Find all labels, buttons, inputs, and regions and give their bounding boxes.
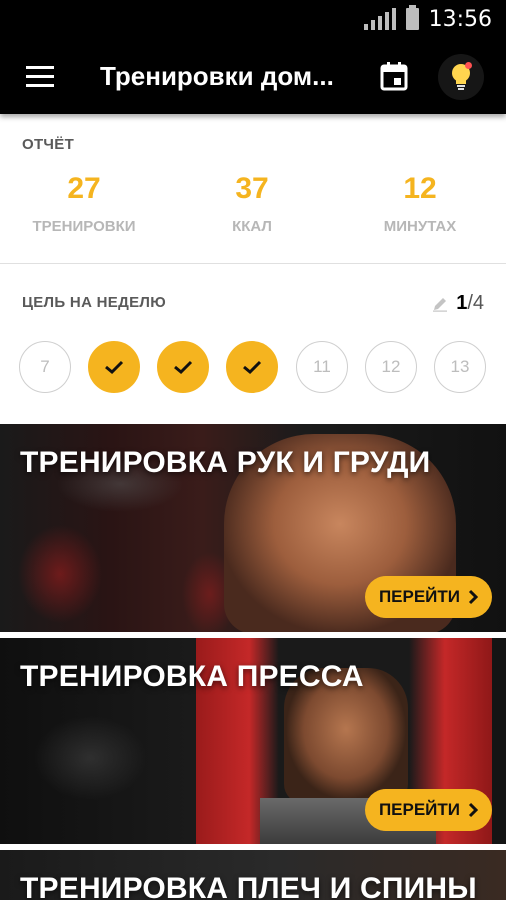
menu-icon <box>26 65 54 69</box>
day-11[interactable]: 11 <box>296 341 348 393</box>
goal-total: /4 <box>467 292 484 314</box>
day-done[interactable] <box>157 341 209 393</box>
weekly-goal-card: ЦЕЛЬ НА НЕДЕЛЮ 1/4 7 11 12 13 <box>0 264 506 424</box>
go-button[interactable]: ПЕРЕЙТИ <box>364 576 492 618</box>
workout-title: ТРЕНИРОВКА ПРЕССА <box>20 660 364 693</box>
day-done[interactable] <box>88 341 140 393</box>
chevron-right-icon <box>468 802 478 818</box>
day-12[interactable]: 12 <box>365 341 417 393</box>
day-done[interactable] <box>226 341 278 393</box>
app-bar: Тренировки дом... <box>0 38 506 114</box>
stat-value: 12 <box>403 172 437 205</box>
calendar-icon <box>380 62 408 91</box>
workout-title: ТРЕНИРОВКА РУК И ГРУДИ <box>20 446 431 479</box>
stat-label: ККАЛ <box>232 218 272 235</box>
stat-label: ТРЕНИРОВКИ <box>32 218 136 235</box>
menu-button[interactable] <box>0 38 80 114</box>
workout-card-shoulders-back[interactable]: ТРЕНИРОВКА ПЛЕЧ И СПИНЫ <box>0 850 506 900</box>
weekly-goal-label: ЦЕЛЬ НА НЕДЕЛЮ <box>22 294 166 311</box>
stat-minutes: 12 МИНУТАХ <box>336 172 504 235</box>
report-label: ОТЧЁТ <box>22 136 75 153</box>
chevron-right-icon <box>468 589 478 605</box>
goal-edit[interactable]: 1/4 <box>432 292 484 315</box>
stat-workouts: 27 ТРЕНИРОВКИ <box>0 172 168 235</box>
battery-icon <box>405 5 419 30</box>
status-time: 13:56 <box>428 6 492 32</box>
workout-card-arms-chest[interactable]: ТРЕНИРОВКА РУК И ГРУДИ ПЕРЕЙТИ <box>0 424 506 632</box>
tips-button[interactable] <box>438 54 484 100</box>
stat-kcal: 37 ККАЛ <box>168 172 336 235</box>
day-7[interactable]: 7 <box>19 341 71 393</box>
check-icon <box>243 360 262 375</box>
signal-icon <box>363 8 396 30</box>
go-button-label: ПЕРЕЙТИ <box>378 800 460 819</box>
go-button[interactable]: ПЕРЕЙТИ <box>364 789 492 831</box>
notification-dot <box>465 62 472 69</box>
calendar-button[interactable] <box>376 58 412 94</box>
pencil-icon <box>433 297 448 312</box>
check-icon <box>174 360 193 375</box>
status-bar: 13:56 <box>0 0 506 38</box>
goal-current: 1 <box>456 292 468 314</box>
stat-value: 37 <box>235 172 269 205</box>
app-title: Тренировки дом... <box>100 60 334 91</box>
stat-label: МИНУТАХ <box>383 218 457 235</box>
check-icon <box>105 360 124 375</box>
stat-value: 27 <box>67 172 101 205</box>
workout-title: ТРЕНИРОВКА ПЛЕЧ И СПИНЫ <box>20 872 477 900</box>
day-13[interactable]: 13 <box>434 341 486 393</box>
report-card: ОТЧЁТ 27 ТРЕНИРОВКИ 37 ККАЛ 12 МИНУТАХ <box>0 114 506 264</box>
workout-card-abs[interactable]: ТРЕНИРОВКА ПРЕССА ПЕРЕЙТИ <box>0 638 506 844</box>
go-button-label: ПЕРЕЙТИ <box>378 587 460 606</box>
